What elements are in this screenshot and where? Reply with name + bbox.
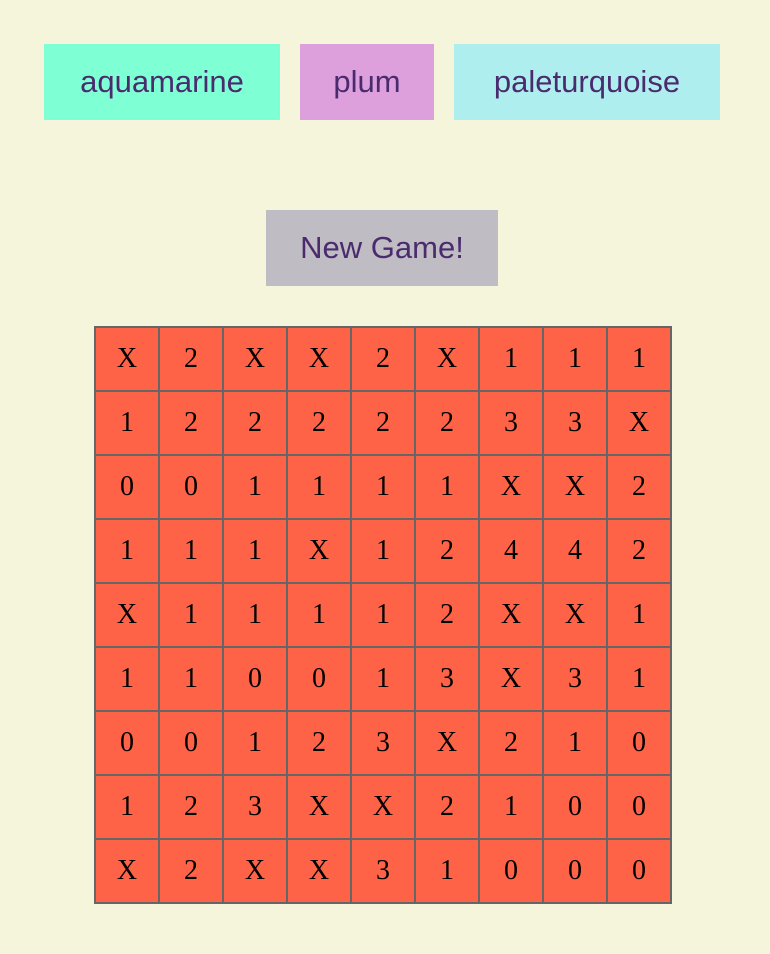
- board-cell[interactable]: 1: [606, 646, 672, 712]
- board-cell[interactable]: 2: [350, 326, 416, 392]
- board-cell[interactable]: 2: [222, 390, 288, 456]
- board-cell[interactable]: 2: [158, 390, 224, 456]
- board-cell[interactable]: 1: [94, 646, 160, 712]
- board-cell[interactable]: X: [222, 838, 288, 904]
- board-cell[interactable]: 1: [286, 454, 352, 520]
- board-cell[interactable]: 2: [350, 390, 416, 456]
- board-cell[interactable]: X: [286, 838, 352, 904]
- board-cell[interactable]: 1: [222, 454, 288, 520]
- board-cell[interactable]: 2: [414, 518, 480, 584]
- board-cell[interactable]: 3: [350, 838, 416, 904]
- board-cell[interactable]: 3: [222, 774, 288, 840]
- board-cell[interactable]: 3: [542, 390, 608, 456]
- board-cell[interactable]: 2: [286, 390, 352, 456]
- board-cell[interactable]: X: [606, 390, 672, 456]
- board-row: 110013X31: [94, 646, 672, 712]
- board-cell[interactable]: 0: [286, 646, 352, 712]
- board-cell[interactable]: X: [286, 518, 352, 584]
- board-cell[interactable]: 3: [542, 646, 608, 712]
- board-cell[interactable]: X: [350, 774, 416, 840]
- board-cell[interactable]: 3: [414, 646, 480, 712]
- board-row: 001111XX2: [94, 454, 672, 520]
- board-cell[interactable]: X: [222, 326, 288, 392]
- board-cell[interactable]: 1: [606, 582, 672, 648]
- board-cell[interactable]: X: [286, 326, 352, 392]
- board-cell[interactable]: 1: [478, 774, 544, 840]
- board-cell[interactable]: 1: [478, 326, 544, 392]
- board-cell[interactable]: 1: [94, 390, 160, 456]
- board-cell[interactable]: 1: [414, 454, 480, 520]
- board-row: 123XX2100: [94, 774, 672, 840]
- board-row: 111X12442: [94, 518, 672, 584]
- board-cell[interactable]: X: [542, 582, 608, 648]
- board-cell[interactable]: 0: [478, 838, 544, 904]
- board-cell[interactable]: 2: [606, 454, 672, 520]
- board-cell[interactable]: 0: [94, 710, 160, 776]
- board-cell[interactable]: 1: [606, 326, 672, 392]
- board-cell[interactable]: X: [94, 838, 160, 904]
- board-cell[interactable]: 1: [222, 518, 288, 584]
- new-game-button[interactable]: New Game!: [266, 210, 498, 286]
- board-cell[interactable]: 0: [606, 774, 672, 840]
- minesweeper-board: X2XX2X11112222233X001111XX2111X12442X111…: [94, 326, 672, 904]
- board-cell[interactable]: 2: [158, 326, 224, 392]
- board-cell[interactable]: 1: [158, 518, 224, 584]
- board-cell[interactable]: X: [414, 710, 480, 776]
- board-row: 12222233X: [94, 390, 672, 456]
- board-cell[interactable]: 0: [606, 710, 672, 776]
- board-cell[interactable]: 1: [286, 582, 352, 648]
- board-cell[interactable]: 1: [350, 646, 416, 712]
- board-cell[interactable]: 1: [350, 582, 416, 648]
- board-cell[interactable]: 1: [542, 326, 608, 392]
- board-cell[interactable]: 2: [158, 774, 224, 840]
- paleturquoise-theme-button[interactable]: paleturquoise: [454, 44, 720, 120]
- board-cell[interactable]: 1: [94, 518, 160, 584]
- board-cell[interactable]: 3: [478, 390, 544, 456]
- aquamarine-theme-button[interactable]: aquamarine: [44, 44, 280, 120]
- board-cell[interactable]: X: [94, 582, 160, 648]
- board-row: X11112XX1: [94, 582, 672, 648]
- board-cell[interactable]: 1: [222, 582, 288, 648]
- board-cell[interactable]: 2: [606, 518, 672, 584]
- board-cell[interactable]: 4: [542, 518, 608, 584]
- board-row: X2XX31000: [94, 838, 672, 904]
- board-cell[interactable]: X: [414, 326, 480, 392]
- board-cell[interactable]: 1: [542, 710, 608, 776]
- board-cell[interactable]: 0: [158, 454, 224, 520]
- board-cell[interactable]: 1: [94, 774, 160, 840]
- board-cell[interactable]: X: [478, 454, 544, 520]
- board-cell[interactable]: 4: [478, 518, 544, 584]
- board-row: 00123X210: [94, 710, 672, 776]
- board-cell[interactable]: X: [286, 774, 352, 840]
- board-cell[interactable]: 2: [414, 582, 480, 648]
- board-cell[interactable]: 1: [158, 646, 224, 712]
- board-cell[interactable]: 0: [94, 454, 160, 520]
- board-cell[interactable]: 2: [414, 390, 480, 456]
- board-cell[interactable]: 2: [478, 710, 544, 776]
- board-cell[interactable]: 3: [350, 710, 416, 776]
- board-cell[interactable]: 0: [158, 710, 224, 776]
- board-cell[interactable]: 0: [222, 646, 288, 712]
- board-row: X2XX2X111: [94, 326, 672, 392]
- board-cell[interactable]: 2: [158, 838, 224, 904]
- board-cell[interactable]: 1: [414, 838, 480, 904]
- board-cell[interactable]: 1: [350, 518, 416, 584]
- board-cell[interactable]: 1: [350, 454, 416, 520]
- board-cell[interactable]: X: [542, 454, 608, 520]
- board-cell[interactable]: 1: [222, 710, 288, 776]
- board-cell[interactable]: 0: [542, 774, 608, 840]
- board-cell[interactable]: 1: [158, 582, 224, 648]
- board-cell[interactable]: 0: [606, 838, 672, 904]
- board-cell[interactable]: X: [478, 646, 544, 712]
- board-cell[interactable]: X: [94, 326, 160, 392]
- board-cell[interactable]: 0: [542, 838, 608, 904]
- board-cell[interactable]: 2: [414, 774, 480, 840]
- plum-theme-button[interactable]: plum: [300, 44, 434, 120]
- board-cell[interactable]: 2: [286, 710, 352, 776]
- board-cell[interactable]: X: [478, 582, 544, 648]
